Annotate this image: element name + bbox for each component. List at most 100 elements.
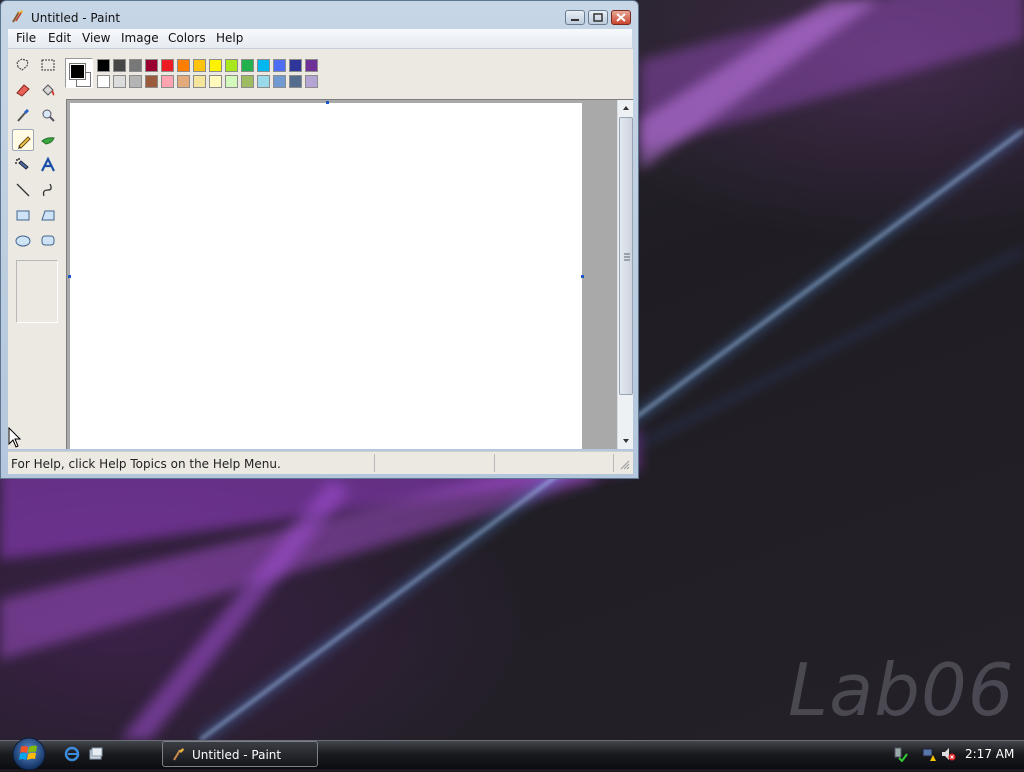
palette-swatch[interactable] — [193, 75, 206, 88]
scroll-up-arrow-icon[interactable] — [618, 100, 633, 116]
palette-swatch[interactable] — [209, 59, 222, 72]
palette-swatch[interactable] — [305, 75, 318, 88]
palette-swatch[interactable] — [225, 59, 238, 72]
palette-swatch[interactable] — [241, 75, 254, 88]
menu-view[interactable]: View — [82, 31, 110, 45]
tool-curve[interactable] — [37, 179, 59, 201]
tool-line[interactable] — [12, 179, 34, 201]
resize-handle-right[interactable] — [581, 275, 584, 278]
network-warning-icon[interactable] — [921, 746, 937, 762]
scroll-thumb[interactable] — [619, 117, 633, 395]
safely-remove-hardware-icon[interactable] — [892, 746, 908, 762]
palette-swatch[interactable] — [145, 59, 158, 72]
taskbar-button-paint[interactable]: Untitled - Paint — [162, 741, 318, 767]
text-icon — [41, 157, 55, 172]
palette-swatch[interactable] — [193, 59, 206, 72]
system-tray: 2:17 AM — [884, 741, 1024, 769]
title-bar[interactable]: Untitled - Paint — [1, 1, 638, 29]
eraser-icon — [16, 84, 30, 97]
window-title: Untitled - Paint — [31, 11, 121, 25]
palette-swatch[interactable] — [257, 59, 270, 72]
tool-ellipse[interactable] — [12, 229, 34, 251]
palette-swatch[interactable] — [161, 75, 174, 88]
menu-edit[interactable]: Edit — [48, 31, 71, 45]
tool-rectangle[interactable] — [12, 204, 34, 226]
tool-eraser[interactable] — [12, 79, 34, 101]
paint-client-area — [8, 49, 633, 449]
tool-free-form-select[interactable] — [12, 54, 34, 76]
palette-swatch[interactable] — [129, 75, 142, 88]
show-desktop-icon[interactable] — [88, 746, 104, 762]
tool-fill[interactable] — [37, 79, 59, 101]
tool-text[interactable] — [37, 154, 59, 176]
eyedropper-icon — [17, 108, 30, 122]
rectangle-icon — [16, 210, 30, 221]
rounded-rectangle-icon — [41, 235, 55, 246]
desktop-watermark: Lab06 — [788, 648, 1015, 732]
tool-select[interactable] — [37, 54, 59, 76]
grip-icon — [624, 253, 630, 261]
tool-options-box[interactable] — [16, 260, 58, 323]
status-help-text: For Help, click Help Topics on the Help … — [11, 457, 281, 471]
status-separator — [374, 454, 375, 472]
menu-file[interactable]: File — [16, 31, 36, 45]
status-bar: For Help, click Help Topics on the Help … — [8, 451, 633, 474]
menu-help[interactable]: Help — [216, 31, 243, 45]
polygon-icon — [41, 210, 55, 221]
status-separator — [494, 454, 495, 472]
tool-magnifier[interactable] — [37, 104, 59, 126]
rectangle-select-icon — [41, 59, 55, 71]
menu-colors[interactable]: Colors — [168, 31, 206, 45]
foreground-color-swatch — [69, 63, 86, 80]
palette-swatch[interactable] — [145, 75, 158, 88]
start-button[interactable] — [9, 736, 49, 772]
brush-icon — [41, 137, 55, 145]
palette-swatch[interactable] — [209, 75, 222, 88]
palette-swatch[interactable] — [241, 59, 254, 72]
menu-image[interactable]: Image — [121, 31, 159, 45]
palette-swatch[interactable] — [273, 59, 286, 72]
palette-swatch[interactable] — [97, 59, 110, 72]
tool-brush[interactable] — [37, 129, 59, 151]
tool-pick-color[interactable] — [12, 104, 34, 126]
line-icon — [16, 183, 30, 197]
palette-swatch[interactable] — [113, 59, 126, 72]
scroll-down-arrow-icon[interactable] — [618, 433, 633, 449]
palette-swatch[interactable] — [177, 59, 190, 72]
close-button[interactable] — [611, 10, 631, 25]
palette-swatch[interactable] — [289, 75, 302, 88]
palette-swatch[interactable] — [289, 59, 302, 72]
minimize-button[interactable] — [565, 10, 585, 25]
palette-swatch[interactable] — [129, 59, 142, 72]
taskbar-clock[interactable]: 2:17 AM — [965, 747, 1014, 761]
tool-rounded-rectangle[interactable] — [37, 229, 59, 251]
tool-airbrush[interactable] — [12, 154, 34, 176]
palette-swatch[interactable] — [273, 75, 286, 88]
maximize-button[interactable] — [588, 10, 608, 25]
paint-app-icon — [173, 748, 184, 761]
palette-swatch[interactable] — [113, 75, 126, 88]
vertical-scrollbar[interactable] — [617, 100, 633, 449]
palette-swatch[interactable] — [177, 75, 190, 88]
tool-polygon[interactable] — [37, 204, 59, 226]
current-colors — [65, 58, 93, 88]
palette-swatch[interactable] — [97, 75, 110, 88]
close-icon — [616, 13, 626, 22]
curve-icon — [42, 183, 52, 197]
drawing-canvas[interactable] — [68, 101, 584, 449]
palette-swatch[interactable] — [225, 75, 238, 88]
resize-handle-top[interactable] — [326, 101, 329, 104]
fill-bucket-icon — [42, 84, 55, 96]
tool-pencil[interactable] — [12, 129, 34, 151]
resize-handle-left[interactable] — [68, 275, 71, 278]
palette-swatch[interactable] — [161, 59, 174, 72]
palette-swatch[interactable] — [305, 59, 318, 72]
paint-window: Untitled - Paint File Edit View Image Co… — [0, 0, 639, 479]
resize-grip-icon[interactable] — [620, 460, 630, 470]
palette-swatch[interactable] — [257, 75, 270, 88]
internet-explorer-icon[interactable] — [64, 746, 80, 762]
taskbar-button-label: Untitled - Paint — [192, 748, 282, 762]
canvas-area — [66, 99, 633, 449]
volume-muted-icon[interactable] — [940, 746, 956, 762]
airbrush-icon — [15, 158, 29, 170]
